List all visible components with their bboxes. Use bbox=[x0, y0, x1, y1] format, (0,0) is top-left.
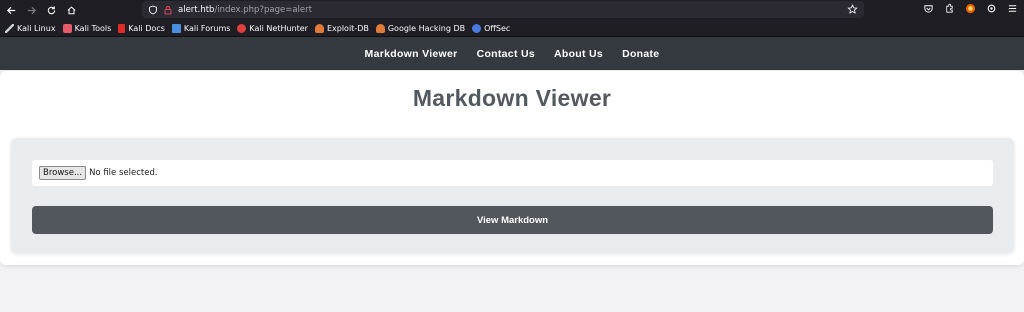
url-bar[interactable]: alert.htb/index.php?page=alert bbox=[142, 1, 864, 18]
toolbar-right-icons bbox=[923, 3, 1018, 14]
nav-contact-us[interactable]: Contact Us bbox=[477, 48, 535, 60]
kali-docs-icon bbox=[118, 23, 126, 33]
kali-tools-icon bbox=[62, 23, 72, 33]
bookmark-label: Kali NetHunter bbox=[249, 23, 308, 33]
bookmark-label: Kali Docs bbox=[128, 23, 165, 33]
lock-icon[interactable] bbox=[163, 5, 173, 15]
extensions-icon[interactable] bbox=[944, 3, 955, 14]
bookmark-star-icon[interactable] bbox=[847, 4, 858, 15]
home-icon[interactable] bbox=[62, 1, 80, 19]
file-input[interactable]: Browse... No file selected. bbox=[32, 160, 993, 186]
reload-icon[interactable] bbox=[42, 1, 60, 19]
main-card: Markdown Viewer Browse... No file select… bbox=[0, 71, 1024, 265]
kali-dragon-icon bbox=[5, 23, 14, 33]
bookmark-label: OffSec bbox=[484, 23, 511, 33]
url-host: alert.htb bbox=[178, 4, 215, 15]
bookmark-kali-forums[interactable]: Kali Forums bbox=[171, 23, 231, 33]
ghdb-icon bbox=[375, 23, 385, 33]
offsec-icon bbox=[472, 23, 482, 33]
settings-icon[interactable] bbox=[986, 3, 997, 14]
bookmark-label: Kali Tools bbox=[74, 23, 112, 33]
browse-button[interactable]: Browse... bbox=[39, 166, 87, 180]
url-path: /index.php?page=alert bbox=[214, 4, 312, 15]
nav-about-us[interactable]: About Us bbox=[554, 48, 603, 60]
shield-icon[interactable] bbox=[148, 5, 158, 15]
bookmark-kali-docs[interactable]: Kali Docs bbox=[118, 23, 165, 33]
bookmark-kali-linux[interactable]: Kali Linux bbox=[5, 23, 56, 33]
forward-icon[interactable] bbox=[22, 1, 40, 19]
bookmark-label: Exploit-DB bbox=[326, 23, 369, 33]
pocket-icon[interactable] bbox=[923, 3, 934, 14]
back-icon[interactable] bbox=[2, 1, 20, 19]
view-markdown-button[interactable]: View Markdown bbox=[32, 206, 993, 234]
page-title: Markdown Viewer bbox=[412, 85, 612, 111]
bookmarks-bar: Kali Linux Kali Tools Kali Docs Kali For… bbox=[0, 20, 1024, 37]
file-status: No file selected. bbox=[89, 168, 158, 178]
bookmark-label: Kali Linux bbox=[17, 23, 56, 33]
nav-markdown-viewer[interactable]: Markdown Viewer bbox=[365, 48, 458, 60]
nav-donate[interactable]: Donate bbox=[622, 48, 659, 60]
bookmark-kali-tools[interactable]: Kali Tools bbox=[62, 23, 112, 33]
bookmark-exploit-db[interactable]: Exploit-DB bbox=[314, 23, 369, 33]
site-nav: Markdown Viewer Contact Us About Us Dona… bbox=[0, 37, 1024, 70]
bookmark-offsec[interactable]: OffSec bbox=[472, 23, 511, 33]
nethunter-icon bbox=[237, 23, 247, 33]
bookmark-kali-nethunter[interactable]: Kali NetHunter bbox=[237, 23, 308, 33]
exploit-db-icon bbox=[314, 23, 324, 33]
bookmark-label: Google Hacking DB bbox=[387, 23, 466, 33]
menu-icon[interactable] bbox=[1007, 3, 1018, 14]
firefox-account-icon[interactable] bbox=[965, 3, 976, 14]
bookmark-google-hacking-db[interactable]: Google Hacking DB bbox=[375, 23, 466, 33]
kali-forums-icon bbox=[171, 23, 181, 33]
browser-toolbar: alert.htb/index.php?page=alert bbox=[0, 0, 1024, 20]
upload-form: Browse... No file selected. View Markdow… bbox=[11, 138, 1014, 253]
bookmark-label: Kali Forums bbox=[183, 23, 231, 33]
